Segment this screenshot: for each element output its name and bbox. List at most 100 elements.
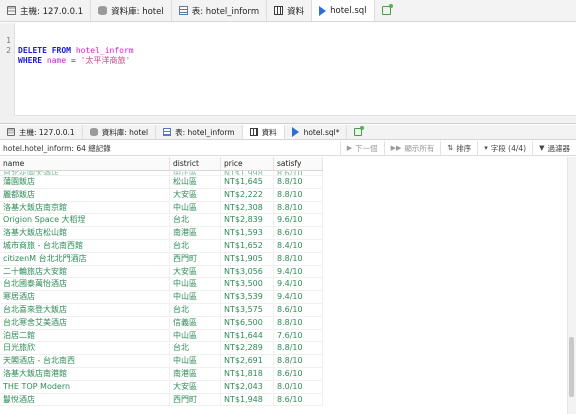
cell-name[interactable]: 城市商旅 - 台北南西館 <box>0 239 170 252</box>
tab-data[interactable]: 資料 <box>267 0 313 21</box>
cell-district[interactable]: 中山區 <box>170 355 221 367</box>
cell-district[interactable]: 台北 <box>170 342 221 355</box>
editor-horizontal-scrollbar[interactable] <box>14 115 576 123</box>
cell-district[interactable]: 西門町 <box>170 393 221 406</box>
cell-name[interactable]: 台北國泰萬怡酒店 <box>0 278 170 291</box>
cell-name[interactable]: THE TOP Modern <box>0 380 170 393</box>
column-header-satisfy[interactable]: satisfy <box>274 157 323 170</box>
cell-satisfy[interactable]: 9.6/10 <box>274 214 323 227</box>
cell-district[interactable]: 大安區 <box>170 380 221 393</box>
table-row[interactable]: THE TOP Modern 大安區 NT$2,043 8.0/10 <box>0 380 323 394</box>
table-row[interactable]: 麗都飯店 大安區 NT$2,222 8.8/10 <box>0 188 323 202</box>
column-header-price[interactable]: price <box>221 157 274 170</box>
next-button[interactable]: ▶ 下一個 <box>339 141 384 155</box>
result-tab-data[interactable]: 資料 <box>242 125 285 139</box>
cell-satisfy[interactable]: 8.6/10 <box>274 227 323 239</box>
cell-name[interactable]: 台北喜來登大飯店 <box>0 303 170 316</box>
cell-district[interactable]: 中山區 <box>170 278 221 291</box>
table-row[interactable]: 二十輪旅店大安館 大安區 NT$3,056 9.4/10 <box>0 265 323 279</box>
table-row[interactable]: 寒居酒店 中山區 NT$3,539 9.4/10 <box>0 291 323 304</box>
cell-satisfy[interactable]: 9.4/10 <box>274 265 323 278</box>
cell-satisfy[interactable]: 8.6/10 <box>274 393 323 406</box>
grid-vertical-scrollbar[interactable] <box>567 157 576 414</box>
table-row[interactable]: 蒲園飯店 松山區 NT$1,645 8.8/10 <box>0 176 323 189</box>
cell-price[interactable]: NT$2,222 <box>221 188 274 201</box>
cell-price[interactable]: NT$1,948 <box>221 393 274 406</box>
cell-price[interactable]: NT$1,998 <box>221 171 274 175</box>
column-header-name[interactable]: name <box>0 157 170 170</box>
cell-district[interactable]: 中正區 <box>170 171 221 175</box>
cell-district[interactable]: 台北 <box>170 303 221 316</box>
columns-button[interactable]: ▾ 字段 (4/4) <box>477 141 532 155</box>
table-row[interactable]: 日光旅欣 台北 NT$2,289 8.8/10 <box>0 342 323 356</box>
table-row[interactable]: 洛基大飯店松山館 南港區 NT$1,593 8.6/10 <box>0 227 323 240</box>
cell-price[interactable]: NT$3,575 <box>221 303 274 316</box>
table-row[interactable]: 城市商旅 - 台北南西館 台北 NT$1,652 8.4/10 <box>0 239 323 253</box>
cell-district[interactable]: 中山區 <box>170 291 221 303</box>
cell-price[interactable]: NT$1,644 <box>221 329 274 342</box>
cell-name[interactable]: citizenM 台北北門酒店 <box>0 252 170 265</box>
sort-button[interactable]: ⇅ 排序 <box>440 141 477 155</box>
cell-price[interactable]: NT$3,500 <box>221 278 274 291</box>
table-row[interactable]: 洛基大飯店南港館 南港區 NT$1,818 8.6/10 <box>0 367 323 381</box>
show-all-button[interactable]: ▶▶ 顯示所有 <box>383 141 441 155</box>
tab-table[interactable]: 表: hotel_inform <box>172 0 268 21</box>
cell-name[interactable]: 麗都飯店 <box>0 188 170 201</box>
tab-host[interactable]: 主機: 127.0.0.1 <box>0 0 92 21</box>
scrollbar-thumb[interactable] <box>569 337 574 397</box>
table-row[interactable]: 鬘悅酒店 西門町 NT$1,948 8.6/10 <box>0 393 323 407</box>
cell-satisfy[interactable]: 8.8/10 <box>274 176 323 188</box>
cell-district[interactable]: 台北 <box>170 239 221 252</box>
cell-satisfy[interactable]: 8.8/10 <box>274 201 323 214</box>
tab-database[interactable]: 資料庫: hotel <box>91 0 172 21</box>
cell-district[interactable]: 大安區 <box>170 188 221 201</box>
result-tab-query[interactable]: hotel.sql* <box>285 125 348 139</box>
filter-button[interactable]: ▼ 過濾器 <box>532 141 576 155</box>
cell-satisfy[interactable]: 8.8/10 <box>274 252 323 265</box>
cell-price[interactable]: NT$2,691 <box>221 355 274 367</box>
cell-satisfy[interactable]: 8.8/10 <box>274 316 323 329</box>
table-row[interactable]: 泊居二館 中山區 NT$1,644 7.6/10 <box>0 329 323 343</box>
cell-name[interactable]: Origion Space 大稻埕 <box>0 214 170 227</box>
table-row[interactable]: 洛基大飯店南京館 中山區 NT$2,308 8.8/10 <box>0 201 323 215</box>
cell-price[interactable]: NT$1,818 <box>221 367 274 380</box>
table-row[interactable]: 台北寒舍艾美酒店 信義區 NT$6,500 8.8/10 <box>0 316 323 330</box>
cell-name[interactable]: 寒居酒店 <box>0 291 170 303</box>
cell-satisfy[interactable]: 8.6/10 <box>274 303 323 316</box>
cell-satisfy[interactable]: 8.8/10 <box>274 355 323 367</box>
cell-district[interactable]: 大安區 <box>170 265 221 278</box>
cell-price[interactable]: NT$2,839 <box>221 214 274 227</box>
cell-price[interactable]: NT$2,289 <box>221 342 274 355</box>
cell-district[interactable]: 南港區 <box>170 227 221 239</box>
cell-name[interactable]: 蒲園飯店 <box>0 176 170 188</box>
result-tab-host[interactable]: 主機: 127.0.0.1 <box>0 125 83 139</box>
column-header-district[interactable]: district <box>170 157 221 170</box>
cell-name[interactable]: 台北花園大酒店 <box>0 171 170 175</box>
result-new-query-tab-button[interactable] <box>347 125 369 139</box>
cell-satisfy[interactable]: 8.6/10 <box>274 171 323 175</box>
cell-name[interactable]: 洛基大飯店南京館 <box>0 201 170 214</box>
cell-price[interactable]: NT$3,056 <box>221 265 274 278</box>
cell-satisfy[interactable]: 9.4/10 <box>274 291 323 303</box>
table-row[interactable]: 台北喜來登大飯店 台北 NT$3,575 8.6/10 <box>0 303 323 317</box>
cell-price[interactable]: NT$2,043 <box>221 380 274 393</box>
result-tab-database[interactable]: 資料庫: hotel <box>83 125 157 139</box>
cell-price[interactable]: NT$2,308 <box>221 201 274 214</box>
data-grid[interactable]: name district price satisfy 台北花園大酒店中正區NT… <box>0 157 576 414</box>
cell-satisfy[interactable]: 8.6/10 <box>274 367 323 380</box>
cell-district[interactable]: 信義區 <box>170 316 221 329</box>
cell-name[interactable]: 日光旅欣 <box>0 342 170 355</box>
table-row[interactable]: 天閣酒店 - 台北南西 中山區 NT$2,691 8.8/10 <box>0 355 323 368</box>
cell-price[interactable]: NT$1,652 <box>221 239 274 252</box>
cell-satisfy[interactable]: 9.4/10 <box>274 278 323 291</box>
cell-name[interactable]: 二十輪旅店大安館 <box>0 265 170 278</box>
cell-district[interactable]: 台北 <box>170 214 221 227</box>
cell-satisfy[interactable]: 8.8/10 <box>274 342 323 355</box>
cell-price[interactable]: NT$6,500 <box>221 316 274 329</box>
cell-district[interactable]: 西門町 <box>170 252 221 265</box>
cell-district[interactable]: 南港區 <box>170 367 221 380</box>
cell-district[interactable]: 松山區 <box>170 176 221 188</box>
cell-name[interactable]: 天閣酒店 - 台北南西 <box>0 355 170 367</box>
cell-satisfy[interactable]: 7.6/10 <box>274 329 323 342</box>
sql-editor[interactable]: 1 DELETE FROM hotel_inform 2 WHERE name … <box>0 23 576 124</box>
